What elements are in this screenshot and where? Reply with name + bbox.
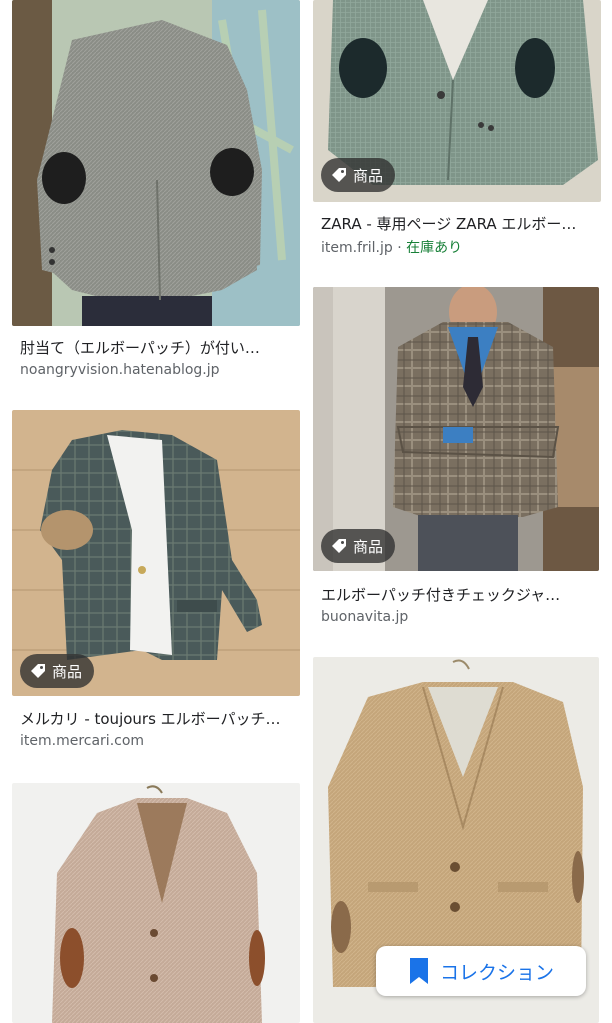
image-result-card[interactable]: [12, 783, 302, 1023]
result-title[interactable]: エルボーパッチ付きチェックジャ…: [321, 584, 591, 605]
bookmark-icon: [409, 958, 428, 984]
stock-status: 在庫あり: [406, 240, 463, 256]
tag-icon: [31, 664, 45, 678]
badge-label: 商品: [353, 166, 384, 185]
product-badge: 商品: [321, 158, 396, 192]
result-title[interactable]: ZARA - 専用ページ ZARA エルボー…: [321, 213, 591, 234]
source-separator: ·: [392, 240, 407, 256]
tag-icon: [332, 168, 346, 182]
product-badge: 商品: [20, 654, 95, 688]
result-title[interactable]: メルカリ - toujours エルボーパッチ…: [20, 708, 292, 729]
collection-button-label: コレクション: [439, 961, 554, 984]
badge-label: 商品: [353, 537, 384, 556]
result-title[interactable]: 肘当て（エルボーパッチ）が付い…: [20, 337, 290, 358]
image-result-card[interactable]: 商品 エルボーパッチ付きチェックジャ… buonavita.jp: [313, 287, 603, 637]
result-thumbnail[interactable]: [12, 0, 300, 326]
product-badge: 商品: [321, 529, 396, 563]
result-source: item.fril.jp · 在庫あり: [321, 237, 462, 257]
image-result-card[interactable]: 商品 ZARA - 専用ページ ZARA エルボー… item.fril.jp …: [313, 0, 603, 270]
result-thumbnail[interactable]: [12, 783, 300, 1023]
collection-button[interactable]: コレクション: [376, 946, 586, 996]
badge-label: 商品: [52, 662, 83, 681]
tag-icon: [332, 539, 346, 553]
result-source: item.mercari.com: [20, 733, 145, 749]
result-source: buonavita.jp: [321, 609, 409, 625]
image-result-card[interactable]: 肘当て（エルボーパッチ）が付い… noangryvision.hatenablo…: [12, 0, 302, 390]
result-source: noangryvision.hatenablog.jp: [20, 362, 220, 378]
image-result-card[interactable]: 商品 メルカリ - toujours エルボーパッチ… item.mercari…: [12, 410, 302, 760]
source-domain: item.fril.jp: [321, 240, 393, 256]
